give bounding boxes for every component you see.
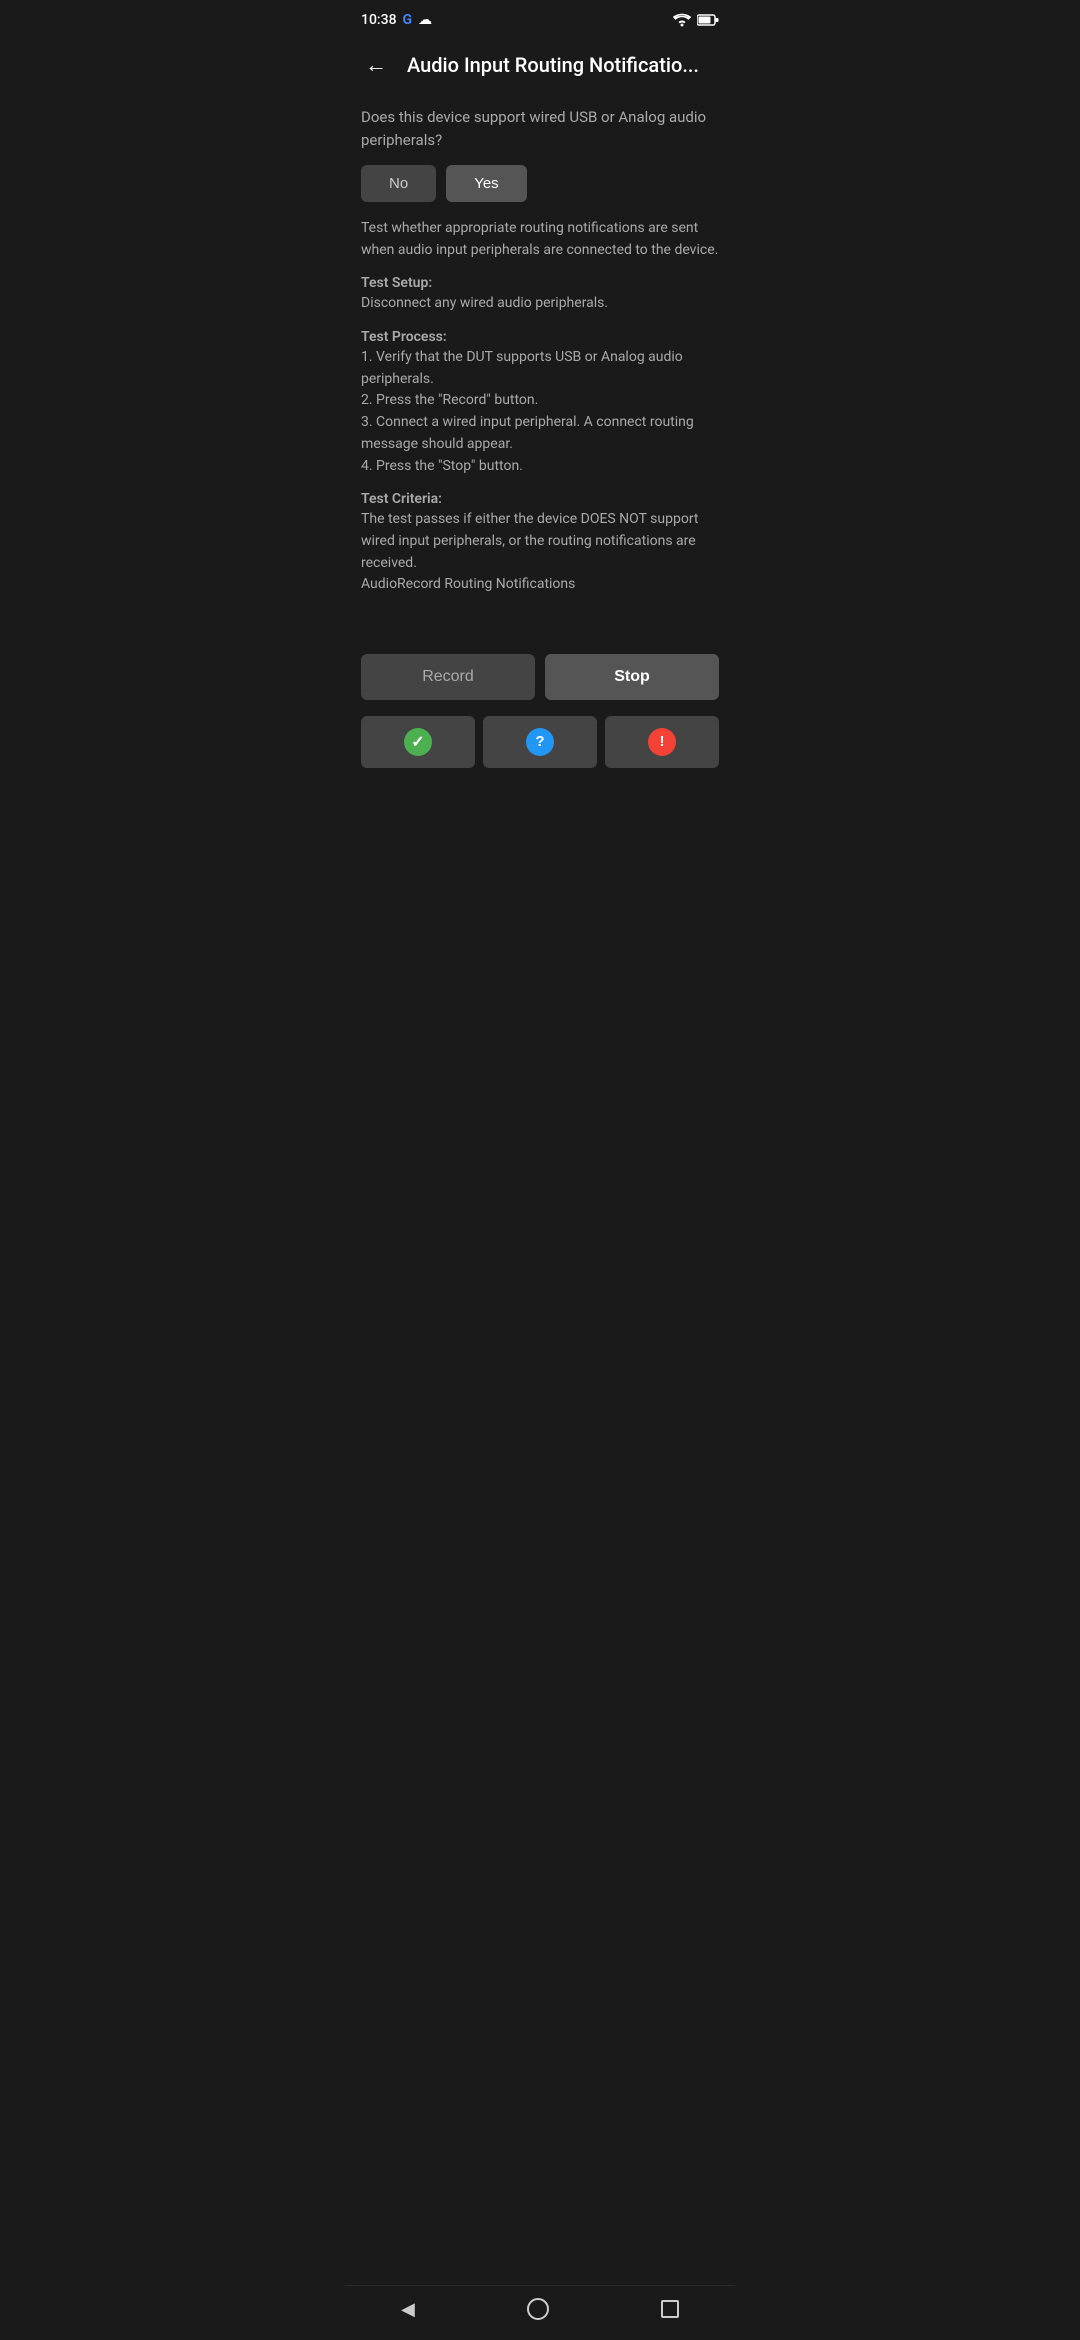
google-icon: G	[403, 12, 413, 28]
cloud-icon: ☁	[418, 12, 432, 28]
wifi-icon	[673, 13, 691, 27]
battery-icon	[697, 13, 719, 27]
content: Does this device support wired USB or An…	[345, 98, 735, 618]
yes-no-row: No Yes	[361, 165, 719, 202]
action-buttons-row: Record Stop	[345, 638, 735, 716]
criteria-body: The test passes if either the device DOE…	[361, 509, 719, 596]
info-button[interactable]: ?	[483, 716, 597, 768]
header: ← Audio Input Routing Notificatio...	[345, 36, 735, 98]
process-body: 1. Verify that the DUT supports USB or A…	[361, 347, 719, 477]
setup-title: Test Setup:	[361, 275, 719, 291]
status-bar: 10:38 G ☁	[345, 0, 735, 36]
fail-icon: !	[648, 728, 676, 756]
description-text: Test whether appropriate routing notific…	[361, 218, 719, 261]
question-text: Does this device support wired USB or An…	[361, 106, 719, 151]
nav-bar: ◀	[345, 2285, 735, 2340]
status-time: 10:38	[361, 12, 397, 28]
back-button[interactable]: ←	[361, 48, 391, 82]
record-button[interactable]: Record	[361, 654, 535, 700]
nav-home-button[interactable]	[527, 2298, 549, 2320]
yes-button[interactable]: Yes	[446, 165, 526, 202]
result-buttons-row: ✓ ? !	[345, 716, 735, 784]
status-right	[673, 13, 719, 27]
stop-button[interactable]: Stop	[545, 654, 719, 700]
question-icon: ?	[526, 728, 554, 756]
page-title: Audio Input Routing Notificatio...	[407, 53, 719, 77]
no-button[interactable]: No	[361, 165, 436, 202]
pass-button[interactable]: ✓	[361, 716, 475, 768]
criteria-title: Test Criteria:	[361, 491, 719, 507]
nav-back-button[interactable]: ◀	[401, 2299, 415, 2320]
pass-icon: ✓	[404, 728, 432, 756]
nav-recent-button[interactable]	[661, 2300, 679, 2318]
setup-body: Disconnect any wired audio peripherals.	[361, 293, 719, 315]
status-left: 10:38 G ☁	[361, 12, 432, 28]
process-title: Test Process:	[361, 329, 719, 345]
fail-button[interactable]: !	[605, 716, 719, 768]
